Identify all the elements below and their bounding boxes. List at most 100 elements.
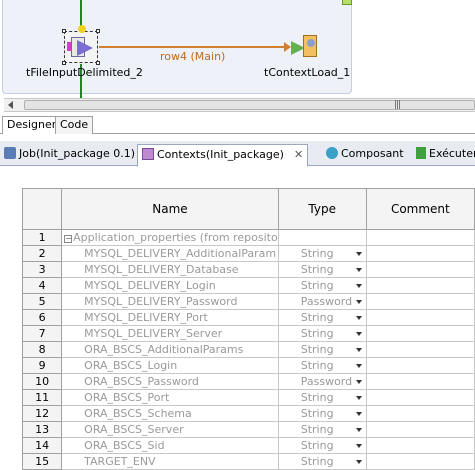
variable-name-cell[interactable]: ORA_BSCS_Login xyxy=(61,357,279,374)
dropdown-arrow-icon[interactable] xyxy=(355,284,362,288)
comment-cell[interactable] xyxy=(365,421,475,438)
comment-cell[interactable] xyxy=(365,341,475,358)
dropdown-arrow-icon[interactable] xyxy=(355,444,362,448)
variable-name-cell[interactable]: MYSQL_DELIVERY_AdditionalParam xyxy=(61,245,279,262)
variable-name-cell[interactable]: MYSQL_DELIVERY_Password xyxy=(61,293,279,310)
table-row[interactable]: 1 −Application_properties (from reposito xyxy=(21,229,475,246)
comment-cell[interactable] xyxy=(365,389,475,406)
variable-name-cell[interactable]: ORA_BSCS_Password xyxy=(61,373,279,390)
name-column-header[interactable]: Name xyxy=(61,188,279,230)
table-row[interactable]: 9 ORA_BSCS_Login String xyxy=(21,357,475,374)
component-label[interactable]: tFileInputDelimited_2 xyxy=(26,66,143,79)
comment-cell[interactable] xyxy=(365,245,475,262)
variable-type-cell[interactable]: String xyxy=(277,245,367,262)
comment-cell[interactable] xyxy=(365,325,475,342)
variable-name-cell[interactable]: MYSQL_DELIVERY_Port xyxy=(61,309,279,326)
dropdown-arrow-icon[interactable] xyxy=(355,268,362,272)
table-row[interactable]: 7 MYSQL_DELIVERY_Server String xyxy=(21,325,475,342)
table-row[interactable]: 11 ORA_BSCS_Port String xyxy=(21,389,475,406)
scroll-thumb[interactable] xyxy=(24,100,475,110)
variable-type-cell[interactable]: String xyxy=(277,389,367,406)
variable-name-cell[interactable]: MYSQL_DELIVERY_Server xyxy=(61,325,279,342)
table-row[interactable]: 2 MYSQL_DELIVERY_AdditionalParam String xyxy=(21,245,475,262)
variable-name-cell[interactable]: ORA_BSCS_Port xyxy=(61,389,279,406)
variable-name-cell[interactable]: MYSQL_DELIVERY_Database xyxy=(61,261,279,278)
tab-executer[interactable]: Exécuter xyxy=(412,144,475,166)
tcontextload-component-icon[interactable] xyxy=(291,33,319,61)
table-row[interactable]: 14 ORA_BSCS_Sid String xyxy=(21,437,475,454)
variable-type-cell[interactable]: String xyxy=(277,437,367,454)
variable-type-cell[interactable]: Password xyxy=(277,373,367,390)
dropdown-arrow-icon[interactable] xyxy=(355,428,362,432)
variable-name-cell[interactable]: MYSQL_DELIVERY_Login xyxy=(61,277,279,294)
selection-handle[interactable] xyxy=(62,61,66,65)
dropdown-arrow-icon[interactable] xyxy=(355,332,362,336)
tfileinputdelimited-component-icon[interactable] xyxy=(62,25,100,65)
variable-type-cell[interactable]: String xyxy=(277,421,367,438)
variable-name-cell[interactable]: ORA_BSCS_Schema xyxy=(61,405,279,422)
variable-name-cell[interactable]: ORA_BSCS_Server xyxy=(61,421,279,438)
variable-type-cell[interactable]: String xyxy=(277,261,367,278)
table-row[interactable]: 12 ORA_BSCS_Schema String xyxy=(21,405,475,422)
close-icon[interactable]: ✕ xyxy=(294,148,303,161)
tab-designer[interactable]: Designer xyxy=(2,116,62,134)
variable-name-cell[interactable]: ORA_BSCS_AdditionalParams xyxy=(61,341,279,358)
dropdown-arrow-icon[interactable] xyxy=(355,316,362,320)
job-designer-canvas[interactable]: row4 (Main) tFileInputDelimited_2 tConte… xyxy=(0,0,475,98)
table-row[interactable]: 6 MYSQL_DELIVERY_Port String xyxy=(21,309,475,326)
tab-code[interactable]: Code xyxy=(55,116,94,134)
tab-composant[interactable]: Composant xyxy=(322,144,408,166)
comment-cell[interactable] xyxy=(365,437,475,454)
scroll-left-arrow-icon[interactable] xyxy=(8,101,13,109)
dropdown-arrow-icon[interactable] xyxy=(355,396,362,400)
variable-name-cell[interactable]: ORA_BSCS_Sid xyxy=(61,437,279,454)
variable-type-cell[interactable]: String xyxy=(277,405,367,422)
comment-cell[interactable] xyxy=(365,373,475,390)
row-main-connection[interactable] xyxy=(99,46,289,48)
variable-type-cell[interactable]: Password xyxy=(277,293,367,310)
comment-cell[interactable] xyxy=(365,277,475,294)
selection-handle[interactable] xyxy=(62,29,66,33)
table-row[interactable]: 10 ORA_BSCS_Password Password xyxy=(21,373,475,390)
dropdown-arrow-icon[interactable] xyxy=(355,252,362,256)
comment-cell[interactable] xyxy=(365,293,475,310)
type-column-header[interactable]: Type xyxy=(277,188,367,230)
dropdown-arrow-icon[interactable] xyxy=(355,460,362,464)
tab-job[interactable]: Job(Init_package 0.1) xyxy=(0,144,139,166)
variable-type-cell[interactable]: String xyxy=(277,325,367,342)
table-row[interactable]: 15 TARGET_ENV String xyxy=(21,453,475,470)
dropdown-arrow-icon[interactable] xyxy=(355,364,362,368)
collapse-icon[interactable]: − xyxy=(64,235,73,243)
comment-cell[interactable] xyxy=(365,309,475,326)
variable-name-cell[interactable]: −Application_properties (from reposito xyxy=(61,229,279,246)
variable-type-cell[interactable]: String xyxy=(277,341,367,358)
variable-type-cell[interactable]: String xyxy=(277,309,367,326)
selection-handle[interactable] xyxy=(96,61,100,65)
variable-type-cell[interactable]: String xyxy=(277,277,367,294)
selection-handle[interactable] xyxy=(96,29,100,33)
variable-type-cell[interactable]: String xyxy=(277,357,367,374)
table-row[interactable]: 13 ORA_BSCS_Server String xyxy=(21,421,475,438)
variable-type-cell[interactable]: String xyxy=(277,453,367,470)
dropdown-arrow-icon[interactable] xyxy=(355,300,362,304)
comment-cell[interactable] xyxy=(365,405,475,422)
dropdown-arrow-icon[interactable] xyxy=(355,348,362,352)
dropdown-arrow-icon[interactable] xyxy=(355,412,362,416)
table-row[interactable]: 8 ORA_BSCS_AdditionalParams String xyxy=(21,341,475,358)
tab-contexts[interactable]: Contexts(Init_package) ✕ xyxy=(137,144,309,167)
comment-cell[interactable] xyxy=(365,229,475,246)
comment-cell[interactable] xyxy=(365,357,475,374)
collapse-subjob-icon[interactable] xyxy=(342,0,352,5)
variable-name-cell[interactable]: TARGET_ENV xyxy=(61,453,279,470)
comment-cell[interactable] xyxy=(365,261,475,278)
table-row[interactable]: 5 MYSQL_DELIVERY_Password Password xyxy=(21,293,475,310)
variable-type-cell[interactable] xyxy=(277,229,367,246)
dropdown-arrow-icon[interactable] xyxy=(355,380,362,384)
comment-column-header[interactable]: Comment xyxy=(365,188,475,230)
horizontal-scrollbar[interactable]: ||| xyxy=(4,98,475,112)
comment-cell[interactable] xyxy=(365,453,475,470)
table-row[interactable]: 4 MYSQL_DELIVERY_Login String xyxy=(21,277,475,294)
connection-label[interactable]: row4 (Main) xyxy=(160,50,225,63)
table-row[interactable]: 3 MYSQL_DELIVERY_Database String xyxy=(21,261,475,278)
component-label[interactable]: tContextLoad_1 xyxy=(264,66,350,79)
